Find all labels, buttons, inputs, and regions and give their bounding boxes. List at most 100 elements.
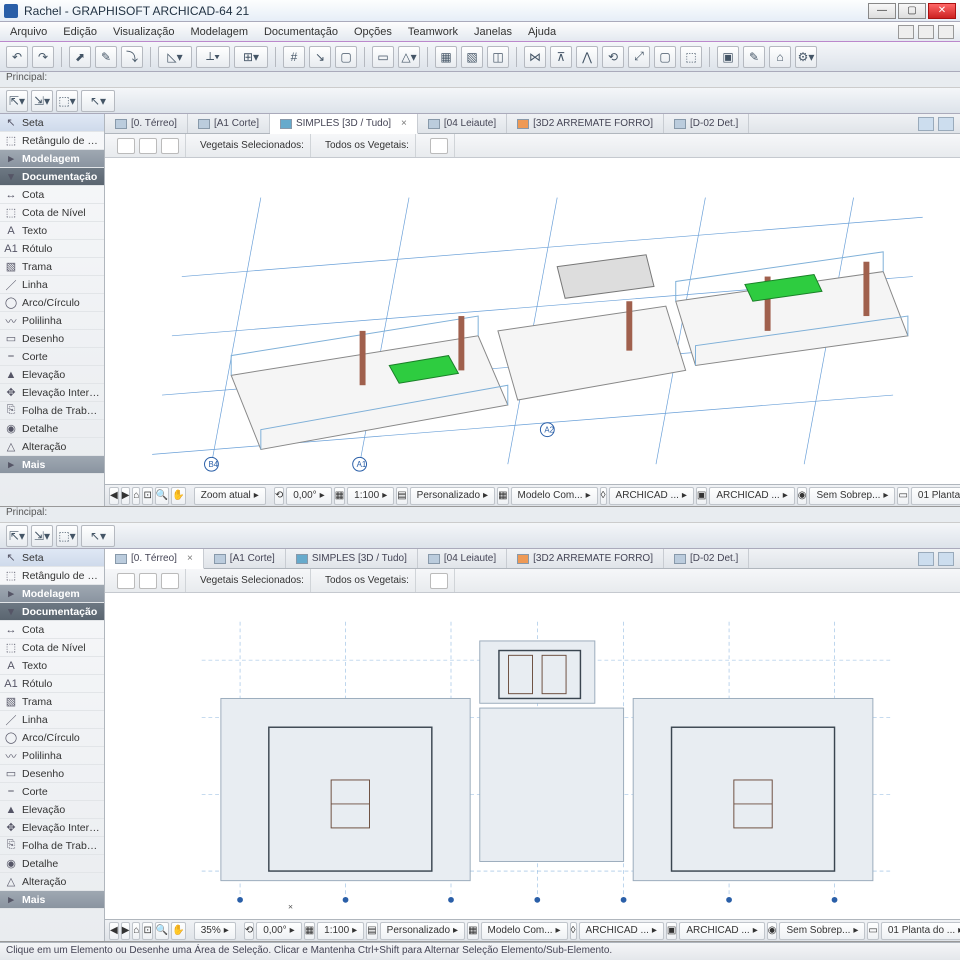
menu-arquivo[interactable]: Arquivo <box>6 24 51 40</box>
tab2-3d2[interactable]: [3D2 ARREMATE FORRO] <box>507 549 664 568</box>
qo2-home[interactable]: ⌂ <box>132 922 140 940</box>
qo-pan[interactable]: ✋ <box>171 487 185 505</box>
menu-visualizacao[interactable]: Visualização <box>109 24 179 40</box>
close-button[interactable]: ✕ <box>928 3 956 19</box>
qo-arch1[interactable]: ARCHICAD ... ▸ <box>609 487 694 505</box>
mt1-b[interactable]: ⇲▾ <box>31 90 53 112</box>
settings-button[interactable]: ⚙▾ <box>795 46 817 68</box>
qo-icon5[interactable]: ▣ <box>696 487 707 505</box>
qo2-planta[interactable]: 01 Planta do ... ▸ <box>881 922 960 940</box>
tool2-linha[interactable]: ／Linha <box>0 711 104 729</box>
qo-zoomlevel[interactable]: Zoom atual ▸ <box>194 487 266 505</box>
gridsnap-button[interactable]: # <box>283 46 305 68</box>
ib2-icon-2[interactable] <box>139 573 157 589</box>
qo-sem[interactable]: Sem Sobrep... ▸ <box>809 487 895 505</box>
qo-icon2[interactable]: ▤ <box>396 487 407 505</box>
tab2-overflow-button[interactable] <box>918 552 934 566</box>
qo-home[interactable]: ⌂ <box>132 487 140 505</box>
tool2-polilinha[interactable]: 〰Polilinha <box>0 747 104 765</box>
qo-angle[interactable]: 0,00° ▸ <box>286 487 332 505</box>
tab2-terreo[interactable]: [0. Térreo]× <box>105 549 204 569</box>
tool2-arco[interactable]: ◯Arco/Círculo <box>0 729 104 747</box>
menu-janelas[interactable]: Janelas <box>470 24 516 40</box>
ruler-button[interactable]: ↘ <box>309 46 331 68</box>
menu-teamwork[interactable]: Teamwork <box>404 24 462 40</box>
maximize-button[interactable]: ▢ <box>898 3 926 19</box>
tool-corte[interactable]: ⎯Corte <box>0 348 104 366</box>
tool2-trama[interactable]: ▧Trama <box>0 693 104 711</box>
redo-button[interactable]: ↷ <box>32 46 54 68</box>
menu-opcoes[interactable]: Opções <box>350 24 396 40</box>
tool2-cota[interactable]: ↔Cota <box>0 621 104 639</box>
mt2-c[interactable]: ⬚▾ <box>56 525 78 547</box>
qo2-i2[interactable]: ▤ <box>366 922 377 940</box>
qo2-model[interactable]: Modelo Com... ▸ <box>481 922 568 940</box>
eyedropper-button[interactable]: ✎ <box>95 46 117 68</box>
qo-zoom[interactable]: 🔍 <box>155 487 169 505</box>
ib2-icon-1[interactable] <box>117 573 135 589</box>
tool2-elevacao[interactable]: ▲Elevação <box>0 801 104 819</box>
edit1-button[interactable]: ⋈ <box>524 46 546 68</box>
qo2-sem[interactable]: Sem Sobrep... ▸ <box>779 922 865 940</box>
tool2-detalhe[interactable]: ◉Detalhe <box>0 855 104 873</box>
tool-polilinha[interactable]: 〰Polilinha <box>0 312 104 330</box>
home-button[interactable]: ⌂ <box>769 46 791 68</box>
section-modelagem[interactable]: ▸Modelagem <box>0 150 104 168</box>
tool2-rotulo[interactable]: A1Rótulo <box>0 675 104 693</box>
tool-rotulo[interactable]: A1Rótulo <box>0 240 104 258</box>
edit4-button[interactable]: ⟲ <box>602 46 624 68</box>
ib-icon-4[interactable] <box>430 138 448 154</box>
ib-icon-2[interactable] <box>139 138 157 154</box>
qo2-i7[interactable]: ▭ <box>867 922 878 940</box>
syringe-button[interactable]: ⤵ <box>121 46 143 68</box>
ib2-icon-3[interactable] <box>161 573 179 589</box>
qo2-zoomlevel[interactable]: 35% ▸ <box>194 922 236 940</box>
mt1-c[interactable]: ⬚▾ <box>56 90 78 112</box>
tool2-marquee[interactable]: ⬚Retângulo de Se... <box>0 567 104 585</box>
qo-next[interactable]: ▶ <box>121 487 131 505</box>
qo-fit[interactable]: ⊡ <box>142 487 152 505</box>
tool-cota[interactable]: ↔Cota <box>0 186 104 204</box>
tool2-elevacao-interior[interactable]: ✥Elevação Interior <box>0 819 104 837</box>
tab2-close-icon[interactable]: × <box>187 553 193 564</box>
tab-corte[interactable]: [A1 Corte] <box>188 114 270 133</box>
tool2-arrow[interactable]: ↖Seta <box>0 549 104 567</box>
lock-button[interactable]: △▾ <box>398 46 420 68</box>
mdi-minimize-button[interactable] <box>898 25 914 39</box>
qo-icon7[interactable]: ▭ <box>897 487 908 505</box>
tool2-folha[interactable]: ⎘Folha de Trabalho <box>0 837 104 855</box>
tool2-alteracao[interactable]: △Alteração <box>0 873 104 891</box>
tool-elevacao[interactable]: ▲Elevação <box>0 366 104 384</box>
qo-icon6[interactable]: ◉ <box>797 487 808 505</box>
tool-cota-nivel[interactable]: ⬚Cota de Nível <box>0 204 104 222</box>
snap-button[interactable]: ⟂▾ <box>196 46 230 68</box>
qo2-angle[interactable]: 0,00° ▸ <box>256 922 302 940</box>
canvas-3d[interactable]: B4 A1 A2 <box>105 158 960 484</box>
tab2-corte[interactable]: [A1 Corte] <box>204 549 286 568</box>
qo-orbit[interactable]: ⟲ <box>274 487 284 505</box>
edit3-button[interactable]: ⋀ <box>576 46 598 68</box>
tool-texto[interactable]: ATexto <box>0 222 104 240</box>
section2-documentacao[interactable]: ▾Documentação <box>0 603 104 621</box>
undo-button[interactable]: ↶ <box>6 46 28 68</box>
menu-documentacao[interactable]: Documentação <box>260 24 342 40</box>
grid-button[interactable]: ⊞▾ <box>234 46 268 68</box>
qo2-i1[interactable]: ▦ <box>304 922 315 940</box>
tab2-3d[interactable]: SIMPLES [3D / Tudo] <box>286 549 418 568</box>
tool2-texto[interactable]: ATexto <box>0 657 104 675</box>
tab2-leiaute[interactable]: [04 Leiaute] <box>418 549 507 568</box>
section2-modelagem[interactable]: ▸Modelagem <box>0 585 104 603</box>
qo2-next[interactable]: ▶ <box>121 922 131 940</box>
tab2-list-button[interactable] <box>938 552 954 566</box>
qo2-i3[interactable]: ▦ <box>467 922 478 940</box>
qo2-zoom[interactable]: 🔍 <box>155 922 169 940</box>
qo2-i6[interactable]: ◉ <box>767 922 778 940</box>
tool-linha[interactable]: ／Linha <box>0 276 104 294</box>
qo2-orbit[interactable]: ⟲ <box>244 922 254 940</box>
tool-trama[interactable]: ▧Trama <box>0 258 104 276</box>
guides-button[interactable]: ◺▾ <box>158 46 192 68</box>
qo2-scale[interactable]: 1:100 ▸ <box>317 922 364 940</box>
qo-prev[interactable]: ◀ <box>109 487 119 505</box>
tab-leiaute[interactable]: [04 Leiaute] <box>418 114 507 133</box>
qo2-pers[interactable]: Personalizado ▸ <box>380 922 465 940</box>
